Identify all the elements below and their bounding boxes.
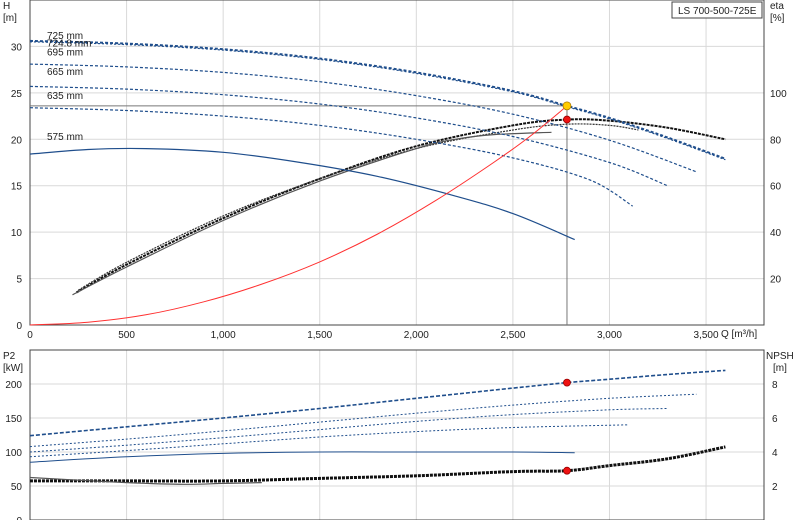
x-tick-label: 0	[27, 330, 33, 341]
power-axis-unit: [kW]	[3, 363, 23, 374]
head-curve	[29, 41, 726, 161]
eta-tick-label: 100	[770, 89, 787, 100]
head-curve	[29, 147, 575, 241]
flow-axis-title: Q [m³/h]	[721, 329, 757, 340]
power-curve	[29, 369, 726, 437]
head-tick-label: 25	[11, 89, 23, 100]
power-tick-label: 0	[16, 516, 22, 520]
top-chart-gridlines	[29, 0, 764, 326]
power-curve	[29, 451, 575, 463]
head-axis-unit: [m]	[3, 13, 17, 24]
efficiency-curve	[72, 131, 552, 296]
head-tick-label: 15	[11, 182, 23, 193]
eta-tick-label: 80	[770, 135, 782, 146]
npsh-tick-label: 4	[772, 448, 778, 459]
power-tick-label: 50	[11, 482, 23, 493]
x-tick-label: 500	[118, 330, 135, 341]
head-tick-label: 20	[11, 135, 23, 146]
head-duty-point	[562, 101, 572, 111]
eta-tick-label: 60	[770, 182, 782, 193]
pump-curve-chart: LS 700-500-725E H [m] eta [%] Q [m³/h] 0…	[3, 0, 794, 520]
power-curve	[29, 393, 697, 448]
power-curve	[29, 408, 668, 453]
head-tick-label: 30	[11, 42, 23, 53]
power-duty-point	[563, 378, 571, 387]
npsh-tick-label: 2	[772, 482, 778, 493]
power-tick-label: 100	[5, 448, 22, 459]
x-tick-label: 2,000	[404, 330, 429, 341]
head-curve	[29, 39, 726, 160]
npsh-axis-unit: [m]	[773, 363, 787, 374]
npsh-axis-title: NPSH	[766, 351, 794, 362]
eta-axis-title: eta	[770, 1, 784, 12]
eta-tick-label: 40	[770, 228, 782, 239]
head-curve-label: 635 mm	[47, 91, 83, 102]
x-tick-label: 1,000	[211, 330, 236, 341]
head-tick-label: 10	[11, 228, 23, 239]
head-axis-title: H	[3, 1, 10, 12]
head-tick-label: 5	[16, 275, 22, 286]
efficiency-duty-point	[563, 115, 571, 124]
head-curve	[29, 63, 697, 173]
head-curve-label: 695 mm	[47, 48, 83, 59]
head-tick-label: 0	[16, 321, 22, 332]
top-chart-frame	[29, 0, 765, 326]
eta-axis-unit: [%]	[770, 13, 785, 24]
power-axis-title: P2	[3, 351, 16, 362]
x-tick-label: 2,500	[500, 330, 525, 341]
npsh-duty-point	[563, 466, 571, 475]
system-curve	[29, 105, 568, 326]
top-chart-ticks: 0 500 1,000 1,500 2,000 2,500 3,000 3,500 0 5 10 15…	[11, 42, 787, 341]
eta-tick-label: 20	[770, 275, 782, 286]
top-chart-curves	[29, 39, 726, 326]
x-tick-label: 3,000	[597, 330, 622, 341]
x-tick-label: 3,500	[694, 330, 719, 341]
head-curve-label: 575 mm	[47, 132, 83, 143]
x-tick-label: 1,500	[307, 330, 332, 341]
head-curve	[29, 107, 634, 207]
npsh-tick-label: 6	[772, 414, 778, 425]
top-chart-curve-labels: 725 mm724.8 mm695 mm665 mm635 mm575 mm	[47, 31, 91, 143]
head-curve-label: 665 mm	[47, 67, 83, 78]
power-tick-label: 150	[5, 414, 22, 425]
efficiency-curve	[75, 118, 726, 294]
bottom-chart-curves	[29, 369, 726, 485]
model-label: LS 700-500-725E	[678, 6, 757, 17]
power-tick-label: 200	[5, 380, 22, 391]
npsh-tick-label: 8	[772, 380, 778, 391]
